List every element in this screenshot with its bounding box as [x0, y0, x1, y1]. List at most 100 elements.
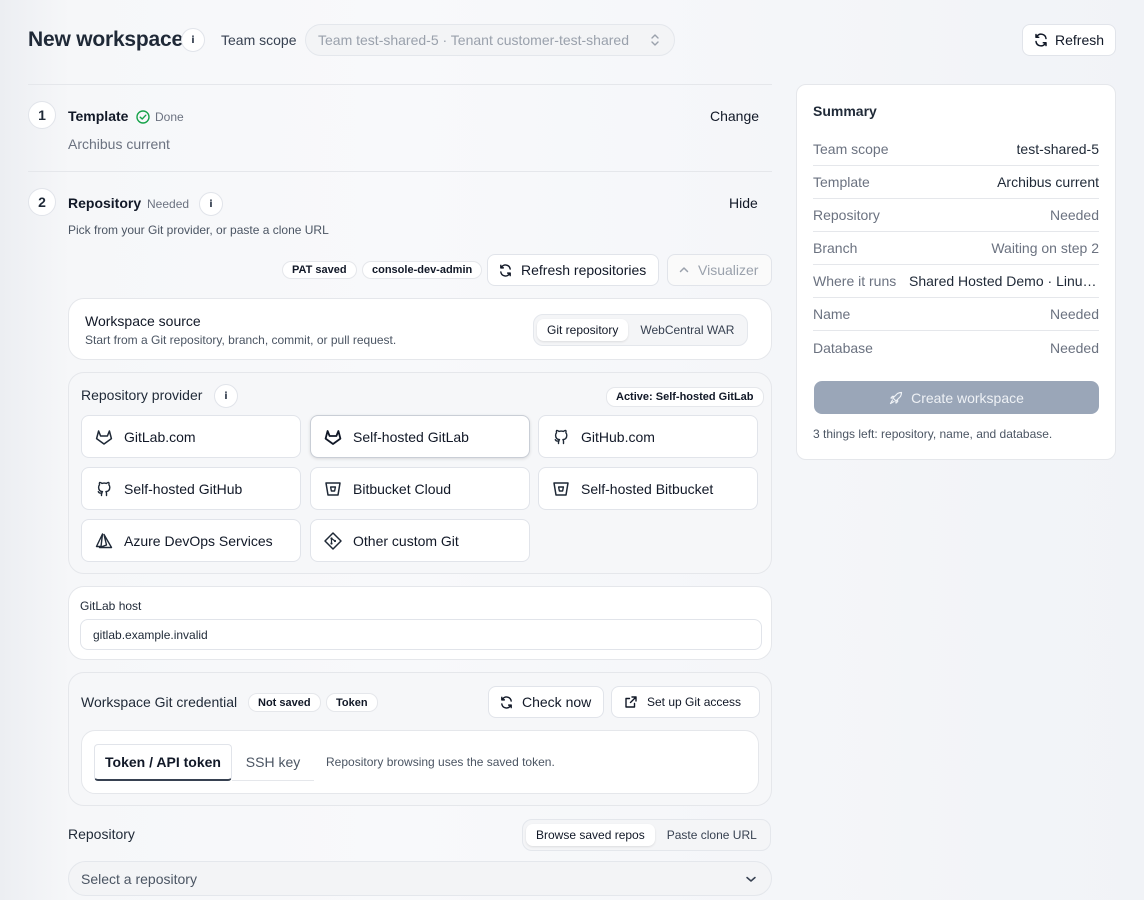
step-1-number: 1 — [28, 101, 56, 129]
tab-token-api-token[interactable]: Token / API token — [94, 744, 232, 781]
refresh-repositories-button[interactable]: Refresh repositories — [487, 254, 659, 286]
summary-row-template: Template Archibus current — [813, 166, 1099, 199]
credential-note: Repository browsing uses the saved token… — [326, 755, 555, 769]
provider-label: Bitbucket Cloud — [353, 480, 452, 497]
summary-value: Needed — [1049, 207, 1099, 223]
summary-key: Where it runs — [813, 273, 897, 289]
chevron-up-icon — [678, 264, 690, 276]
mode-paste-clone-url[interactable]: Paste clone URL — [657, 824, 767, 846]
summary-key: Database — [813, 339, 873, 356]
provider-azure-devops[interactable]: Azure DevOps Services — [81, 519, 301, 562]
summary-value: test-shared-5 — [1016, 141, 1099, 157]
summary-title: Summary — [813, 103, 877, 119]
team-scope-value: Team test-shared-5 · Tenant customer-tes… — [318, 32, 629, 48]
step-1-title: Template — [68, 108, 129, 124]
repository-select[interactable]: Select a repository — [68, 861, 772, 896]
git-credential-title: Workspace Git credential — [81, 694, 238, 710]
active-provider-badge: Active: Self-hosted GitLab — [606, 387, 764, 407]
set-up-git-access-button[interactable]: Set up Git access — [611, 686, 760, 718]
team-scope-select[interactable]: Team test-shared-5 · Tenant customer-tes… — [305, 24, 675, 56]
step-2-subtitle: Pick from your Git provider, or paste a … — [68, 223, 329, 237]
create-workspace-label: Create workspace — [911, 389, 1024, 406]
provider-label: Self-hosted GitLab — [353, 428, 469, 445]
repository-mode-toggle: Browse saved repos Paste clone URL — [522, 819, 771, 851]
provider-bitbucket-cloud[interactable]: Bitbucket Cloud — [310, 467, 530, 510]
provider-info-button[interactable]: i — [214, 384, 238, 408]
summary-row-database: Database Needed — [813, 331, 1099, 364]
tab-ssh-key[interactable]: SSH key — [232, 744, 314, 781]
visualizer-label: Visualizer — [698, 262, 759, 278]
refresh-label: Refresh — [1055, 32, 1105, 48]
step-2-title: Repository — [68, 195, 142, 211]
summary-key: Repository — [813, 207, 880, 223]
summary-row-branch: Branch Waiting on step 2 — [813, 232, 1099, 265]
external-link-icon — [624, 695, 638, 709]
summary-value: Needed — [1049, 339, 1099, 356]
divider — [28, 84, 772, 85]
refresh-repositories-label: Refresh repositories — [521, 262, 647, 278]
step-1-status-label: Done — [155, 110, 184, 124]
provider-gitlab-com[interactable]: GitLab.com — [81, 415, 301, 458]
refresh-button[interactable]: Refresh — [1022, 24, 1116, 56]
divider — [28, 171, 772, 172]
step-2-status: Needed — [147, 197, 190, 211]
provider-self-hosted-bitbucket[interactable]: Self-hosted Bitbucket — [538, 467, 758, 510]
chevron-updown-icon — [650, 33, 660, 47]
github-icon — [551, 427, 571, 447]
source-option-webcentral-war[interactable]: WebCentral WAR — [630, 319, 744, 341]
summary-key: Name — [813, 306, 851, 322]
source-toggle: Git repository WebCentral WAR — [533, 314, 749, 346]
summary-value: Needed — [1049, 306, 1099, 322]
user-badge: console-dev-admin — [362, 261, 483, 279]
provider-label: GitHub.com — [581, 428, 655, 445]
source-option-git-repository[interactable]: Git repository — [537, 319, 629, 341]
summary-row-repository: Repository Needed — [813, 199, 1099, 232]
rocket-icon — [889, 391, 903, 405]
bitbucket-icon — [551, 479, 571, 499]
workspace-source-title: Workspace source — [85, 313, 201, 329]
step-1-value: Archibus current — [68, 136, 170, 152]
provider-self-hosted-gitlab[interactable]: Self-hosted GitLab — [310, 415, 530, 458]
step-2-info-button[interactable]: i — [199, 192, 223, 216]
provider-label: Self-hosted Bitbucket — [581, 480, 714, 497]
set-up-git-access-label: Set up Git access — [647, 695, 742, 709]
provider-label: GitLab.com — [124, 428, 196, 445]
provider-self-hosted-github[interactable]: Self-hosted GitHub — [81, 467, 301, 510]
provider-github-com[interactable]: GitHub.com — [538, 415, 758, 458]
team-scope-label: Team scope — [221, 32, 297, 48]
step-2-number: 2 — [28, 188, 56, 216]
mode-browse-saved-repos[interactable]: Browse saved repos — [526, 824, 655, 846]
title-info-button[interactable]: i — [181, 28, 205, 52]
create-workspace-button[interactable]: Create workspace — [814, 381, 1099, 414]
provider-label: Other custom Git — [353, 532, 459, 549]
provider-label: Azure DevOps Services — [124, 532, 273, 549]
gitlab-icon — [323, 427, 343, 447]
refresh-icon — [499, 695, 514, 710]
repository-provider-card: Repository provider i Active: Self-hoste… — [68, 372, 772, 574]
check-now-button[interactable]: Check now — [488, 686, 604, 718]
summary-key: Team scope — [813, 141, 889, 157]
check-now-label: Check now — [522, 694, 592, 710]
not-saved-badge: Not saved — [248, 693, 321, 712]
provider-other-custom-git[interactable]: Other custom Git — [310, 519, 530, 562]
summary-key: Template — [813, 174, 870, 190]
gitlab-host-card: GitLab host gitlab.example.invalid — [68, 586, 772, 660]
summary-footer: 3 things left: repository, name, and dat… — [813, 427, 1053, 441]
hide-step-button[interactable]: Hide — [729, 195, 758, 211]
provider-label: Self-hosted GitHub — [124, 480, 243, 497]
gitlab-icon — [94, 427, 114, 447]
gitlab-host-input[interactable]: gitlab.example.invalid — [80, 619, 762, 650]
change-template-button[interactable]: Change — [710, 108, 759, 124]
summary-value: Archibus current — [997, 174, 1099, 190]
github-icon — [94, 479, 114, 499]
refresh-icon — [498, 263, 513, 278]
git-icon — [323, 531, 343, 551]
bitbucket-icon — [323, 479, 343, 499]
summary-panel: Summary Team scope test-shared-5 Templat… — [796, 84, 1116, 460]
visualizer-button[interactable]: Visualizer — [667, 254, 772, 286]
workspace-source-card: Workspace source Start from a Git reposi… — [68, 298, 772, 360]
git-credential-card: Workspace Git credential Not saved Token… — [68, 672, 772, 806]
pat-saved-badge: PAT saved — [282, 261, 357, 279]
page-title: New workspace — [28, 28, 183, 51]
azure-devops-icon — [94, 531, 114, 551]
